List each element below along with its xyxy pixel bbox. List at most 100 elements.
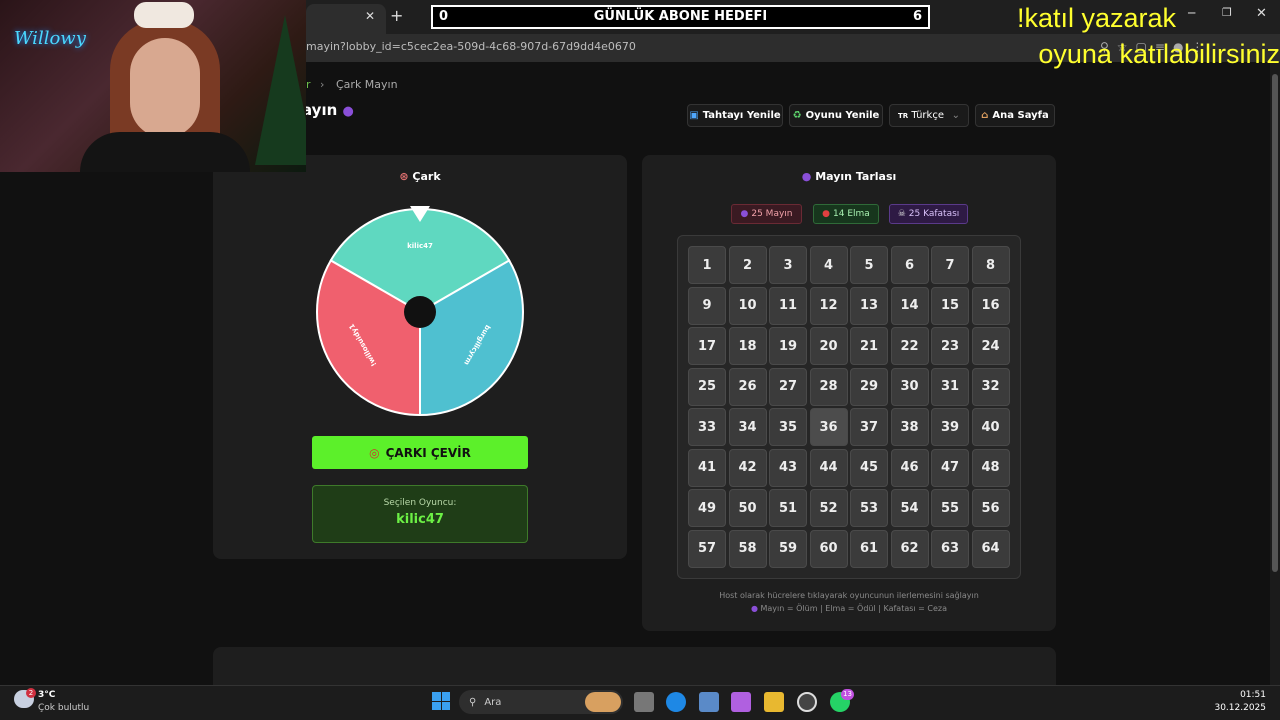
minefield-cell[interactable]: 37 (850, 408, 888, 446)
minefield-cell[interactable]: 44 (809, 448, 848, 487)
clock-time[interactable]: 01:51 (1180, 690, 1266, 700)
refresh-icon: ▣ (689, 110, 699, 121)
minefield-cell[interactable]: 12 (809, 286, 848, 325)
minefield-cell[interactable]: 24 (971, 327, 1010, 365)
minefield-cell[interactable]: 48 (971, 448, 1010, 487)
minefield-title-text: Mayın Tarlası (815, 170, 897, 183)
minefield-cell[interactable]: 54 (890, 489, 929, 527)
minefield-cell[interactable]: 47 (931, 448, 969, 487)
minefield-cell[interactable]: 14 (890, 286, 929, 325)
language-select[interactable]: TR Türkçe ⌄ (889, 104, 969, 127)
minefield-cell[interactable]: 63 (931, 529, 969, 568)
minefield-cell[interactable]: 9 (688, 286, 726, 325)
minefield-cell[interactable]: 53 (850, 489, 888, 527)
minefield-cell[interactable]: 2 (728, 246, 767, 284)
minefield-cell[interactable]: 64 (971, 529, 1010, 568)
new-tab-icon[interactable]: + (390, 6, 406, 26)
tab-close-icon[interactable]: ✕ (362, 8, 378, 24)
minefield-cell[interactable]: 59 (769, 529, 807, 568)
weather-desc[interactable]: Çok bulutlu (38, 703, 89, 713)
minefield-cell[interactable]: 58 (728, 529, 767, 568)
scrollbar-thumb[interactable] (1272, 74, 1278, 572)
minefield-cell[interactable]: 45 (850, 448, 888, 487)
minefield-cell[interactable]: 22 (890, 327, 929, 365)
goal-title: GÜNLÜK ABONE HEDEFI (593, 9, 768, 24)
clock-date[interactable]: 30.12.2025 (1180, 703, 1266, 713)
minefield-cell[interactable]: 10 (728, 286, 767, 325)
search-icon: ⚲ (469, 696, 477, 708)
spin-wheel-button[interactable]: ◎ ÇARKI ÇEVİR (312, 436, 528, 469)
minefield-cell[interactable]: 25 (688, 367, 726, 406)
minefield-cell[interactable]: 11 (769, 286, 807, 325)
minefield-cell[interactable]: 33 (688, 408, 726, 446)
minefield-cell[interactable]: 26 (728, 367, 767, 406)
minefield-cell[interactable]: 55 (931, 489, 969, 527)
minefield-cell[interactable]: 3 (769, 246, 807, 284)
restart-game-button[interactable]: ♻ Oyunu Yenile (789, 104, 883, 127)
file-explorer-icon[interactable] (764, 692, 784, 712)
lower-card (213, 647, 1056, 685)
minefield-cell[interactable]: 36 (809, 408, 848, 446)
minefield-cell[interactable]: 60 (809, 529, 848, 568)
weather-badge: 2 (26, 688, 36, 698)
minefield-cell[interactable]: 39 (931, 408, 969, 446)
store-icon[interactable] (699, 692, 719, 712)
minefield-cell[interactable]: 32 (971, 367, 1010, 406)
minefield-cell[interactable]: 19 (769, 327, 807, 365)
minefield-cell[interactable]: 35 (769, 408, 807, 446)
minefield-cell[interactable]: 50 (728, 489, 767, 527)
minefield-cell[interactable]: 7 (931, 246, 969, 284)
language-label: Türkçe (911, 110, 944, 121)
minefield-cell[interactable]: 18 (728, 327, 767, 365)
minefield-cell[interactable]: 31 (931, 367, 969, 406)
minefield-cell[interactable]: 38 (890, 408, 929, 446)
windows-start-icon[interactable] (432, 692, 450, 710)
minefield-cell[interactable]: 41 (688, 448, 726, 487)
minefield-cell[interactable]: 30 (890, 367, 929, 406)
minefield-cell[interactable]: 57 (688, 529, 726, 568)
streamer-logo: Willowy (14, 28, 86, 49)
minefield-cell[interactable]: 6 (890, 246, 929, 284)
minefield-cell[interactable]: 13 (850, 286, 888, 325)
minefield-cell[interactable]: 23 (931, 327, 969, 365)
minefield-cell[interactable]: 1 (688, 246, 726, 284)
minefield-cell[interactable]: 34 (728, 408, 767, 446)
search-highlight-icon (585, 692, 621, 712)
minefield-cell[interactable]: 15 (931, 286, 969, 325)
minefield-cell[interactable]: 4 (809, 246, 848, 284)
spin-wheel[interactable]: kilic47burgilicyrm!willosuidy1 (312, 200, 528, 420)
minefield-cell[interactable]: 5 (850, 246, 888, 284)
home-button[interactable]: ⌂ Ana Sayfa (975, 104, 1055, 127)
minefield-cell[interactable]: 46 (890, 448, 929, 487)
minefield-cell[interactable]: 52 (809, 489, 848, 527)
minefield-cell[interactable]: 20 (809, 327, 848, 365)
minefield-cell[interactable]: 29 (850, 367, 888, 406)
minefield-cell[interactable]: 43 (769, 448, 807, 487)
goal-target: 6 (912, 9, 922, 24)
minefield-cell[interactable]: 17 (688, 327, 726, 365)
edge-browser-icon[interactable] (666, 692, 686, 712)
minefield-cell[interactable]: 51 (769, 489, 807, 527)
breadcrumb-home[interactable]: r (306, 78, 311, 91)
page-title: ayın ● (302, 101, 354, 119)
minefield-cell[interactable]: 40 (971, 408, 1010, 446)
obs-icon[interactable] (797, 692, 817, 712)
minefield-cell[interactable]: 28 (809, 367, 848, 406)
copilot-icon[interactable] (731, 692, 751, 712)
breadcrumb-separator: › (320, 78, 325, 91)
minefield-cell[interactable]: 62 (890, 529, 929, 568)
bomb-icon: ● (342, 104, 354, 119)
minefield-cell[interactable]: 16 (971, 286, 1010, 325)
streamer-face (130, 38, 200, 138)
task-view-icon[interactable] (634, 692, 654, 712)
minefield-cell[interactable]: 49 (688, 489, 726, 527)
minefield-cell[interactable]: 8 (971, 246, 1010, 284)
minefield-cell[interactable]: 42 (728, 448, 767, 487)
minefield-cell[interactable]: 56 (971, 489, 1010, 527)
minefield-cell[interactable]: 27 (769, 367, 807, 406)
refresh-board-button[interactable]: ▣ Tahtayı Yenile (687, 104, 783, 127)
url-field[interactable]: mayin?lobby_id=c5cec2ea-509d-4c68-907d-6… (306, 40, 636, 53)
minefield-cell[interactable]: 21 (850, 327, 888, 365)
weather-temp[interactable]: 3°C (38, 690, 55, 700)
minefield-cell[interactable]: 61 (850, 529, 888, 568)
